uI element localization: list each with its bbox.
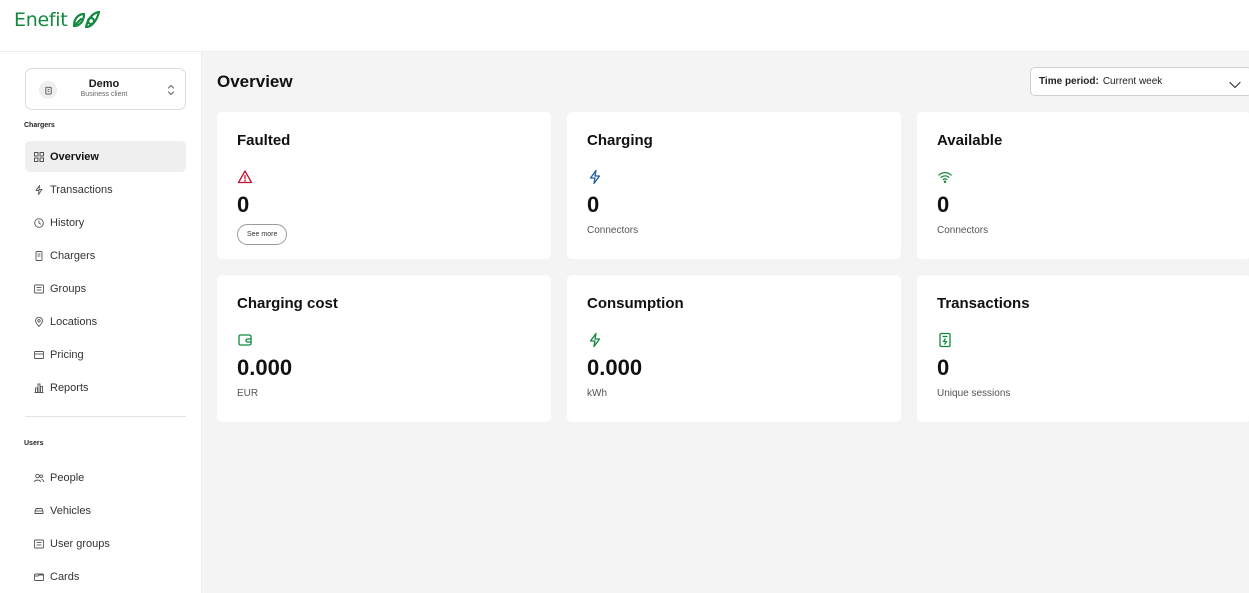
sidebar-item-vehicles[interactable]: Vehicles bbox=[25, 495, 186, 526]
sidebar-item-label: User groups bbox=[50, 537, 110, 550]
warning-icon bbox=[237, 169, 253, 185]
user-groups-icon bbox=[34, 539, 44, 549]
sidebar-item-pricing[interactable]: Pricing bbox=[25, 339, 186, 370]
card-title: Charging cost bbox=[237, 295, 338, 312]
leaf-logo-icon bbox=[71, 10, 101, 30]
card-unit: EUR bbox=[237, 388, 259, 399]
sidebar-item-people[interactable]: People bbox=[25, 462, 186, 493]
time-period-value: Current week bbox=[1102, 76, 1163, 87]
card-value: 0 bbox=[937, 192, 950, 217]
account-info: Demo Business client bbox=[66, 78, 142, 99]
card-title: Consumption bbox=[587, 295, 684, 312]
card-unit: Connectors bbox=[937, 225, 989, 236]
enefit-logo[interactable]: Enefit bbox=[14, 9, 101, 31]
sidebar-item-label: Groups bbox=[50, 282, 87, 295]
reports-icon bbox=[34, 383, 44, 393]
card-title: Charging bbox=[587, 132, 653, 149]
sidebar-item-label: Pricing bbox=[50, 348, 84, 361]
sidebar-item-label: Reports bbox=[50, 381, 89, 394]
see-more-button[interactable]: See more bbox=[237, 224, 288, 245]
wifi-icon bbox=[937, 169, 953, 185]
sidebar-item-label: People bbox=[50, 471, 85, 484]
time-period-select[interactable]: Time period: Current week bbox=[1030, 67, 1249, 96]
charger-icon bbox=[34, 250, 44, 261]
account-name: Demo bbox=[88, 78, 120, 90]
bolt-icon bbox=[587, 169, 603, 185]
chevron-down-icon bbox=[1229, 76, 1241, 94]
account-switcher[interactable]: Demo Business client bbox=[25, 68, 186, 110]
card-value: 0 bbox=[237, 192, 250, 217]
sidebar-item-label: Chargers bbox=[50, 249, 96, 262]
sidebar-item-reports[interactable]: Reports bbox=[25, 372, 186, 403]
card-faulted: Faulted 0 See more bbox=[217, 112, 551, 259]
sidebar-item-locations[interactable]: Locations bbox=[25, 306, 186, 337]
chevron-up-down-icon bbox=[167, 83, 175, 101]
card-unit: kWh bbox=[587, 388, 607, 399]
card-title: Faulted bbox=[237, 132, 291, 149]
time-period-label: Time period: bbox=[1039, 76, 1099, 87]
grid-icon bbox=[34, 151, 44, 162]
clock-icon bbox=[34, 217, 44, 228]
bolt-icon bbox=[587, 332, 603, 348]
sidebar-item-groups[interactable]: Groups bbox=[25, 273, 186, 304]
logo-text: Enefit bbox=[14, 9, 68, 31]
sidebar-item-label: History bbox=[50, 216, 85, 229]
people-icon bbox=[34, 473, 44, 483]
card-unit: Connectors bbox=[587, 225, 639, 236]
section-label-users: Users bbox=[24, 440, 44, 447]
pin-icon bbox=[34, 316, 44, 327]
car-icon bbox=[34, 506, 44, 516]
page-title: Overview bbox=[217, 72, 293, 91]
card-value: 0 bbox=[937, 355, 950, 380]
sidebar-item-label: Vehicles bbox=[50, 504, 91, 517]
sidebar-item-label: Overview bbox=[50, 150, 99, 163]
sidebar-item-label: Transactions bbox=[50, 183, 113, 196]
charger-icon bbox=[937, 332, 953, 348]
top-bar: Enefit bbox=[0, 0, 1249, 52]
sidebar-item-chargers[interactable]: Chargers bbox=[25, 240, 186, 271]
card-title: Transactions bbox=[937, 295, 1030, 312]
card-unit: Unique sessions bbox=[937, 388, 1011, 399]
card-title: Available bbox=[937, 132, 1003, 149]
card-charging: Charging 0 Connectors bbox=[567, 112, 901, 259]
card-value: 0.000 bbox=[237, 355, 293, 380]
building-icon bbox=[39, 81, 57, 99]
sidebar-divider bbox=[25, 416, 186, 417]
sidebar-item-user-groups[interactable]: User groups bbox=[25, 528, 186, 559]
account-subtitle: Business client bbox=[80, 91, 128, 98]
sidebar-item-history[interactable]: History bbox=[25, 207, 186, 238]
wallet-icon bbox=[237, 332, 253, 348]
sidebar-item-overview[interactable]: Overview bbox=[25, 141, 186, 172]
bolt-icon bbox=[34, 184, 44, 195]
sidebar: Demo Business client Chargers Overview T… bbox=[0, 52, 202, 593]
main-content: Overview Time period: Current week Fault… bbox=[202, 52, 1249, 593]
card-charging-cost: Charging cost 0.000 EUR bbox=[217, 275, 551, 422]
sidebar-item-transactions[interactable]: Transactions bbox=[25, 174, 186, 205]
card-transactions: Transactions 0 Unique sessions bbox=[917, 275, 1249, 422]
card-value: 0.000 bbox=[587, 355, 643, 380]
sidebar-item-label: Locations bbox=[50, 315, 98, 328]
sidebar-item-label: Cards bbox=[50, 570, 80, 583]
card-consumption: Consumption 0.000 kWh bbox=[567, 275, 901, 422]
card-icon bbox=[34, 572, 44, 582]
sidebar-item-cards[interactable]: Cards bbox=[25, 561, 186, 592]
price-icon bbox=[34, 350, 44, 360]
groups-icon bbox=[34, 284, 44, 294]
card-available: Available 0 Connectors bbox=[917, 112, 1249, 259]
section-label-chargers: Chargers bbox=[24, 122, 55, 129]
card-value: 0 bbox=[587, 192, 600, 217]
